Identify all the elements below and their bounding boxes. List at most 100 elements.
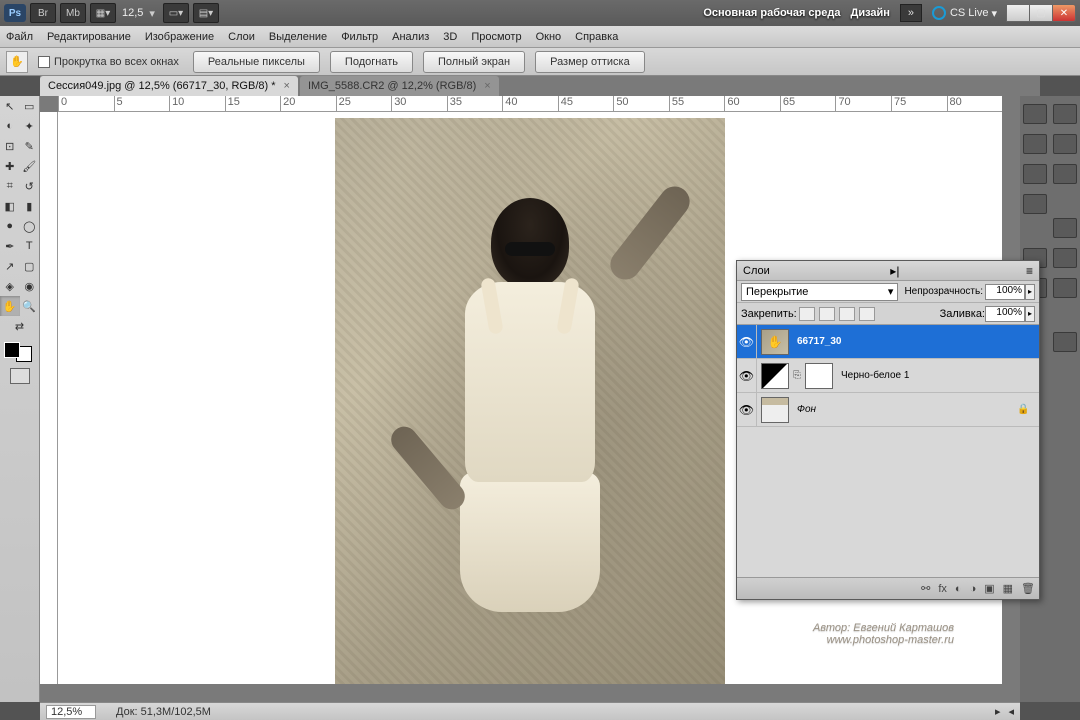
zoom-level-display[interactable]: 12,5 <box>122 7 143 19</box>
wand-tool[interactable]: ✦ <box>20 116 40 136</box>
hand-tool-icon[interactable]: ✋ <box>6 51 28 73</box>
history-brush-tool[interactable]: ↺ <box>20 176 40 196</box>
brush-tool[interactable]: 🖌 <box>20 156 40 176</box>
close-button[interactable]: ✕ <box>1052 4 1076 22</box>
menu-view[interactable]: Просмотр <box>471 31 521 43</box>
layer-row[interactable]: 👁 Фон 🔒 <box>737 393 1039 427</box>
extras-button[interactable]: ▤▾ <box>193 3 219 23</box>
blend-mode-select[interactable]: Перекрытие▾ <box>741 283 898 301</box>
tab-close-icon[interactable]: × <box>284 80 290 92</box>
heal-tool[interactable]: ✚ <box>0 156 20 176</box>
layers-panel-tab[interactable]: Слои ▸| ≡ <box>737 261 1039 281</box>
panel-button[interactable] <box>1023 194 1047 214</box>
panel-button[interactable] <box>1023 104 1047 124</box>
menu-filter[interactable]: Фильтр <box>341 31 378 43</box>
stamp-tool[interactable]: ⌗ <box>0 176 20 196</box>
panel-collapse-icon[interactable]: ▸| <box>890 264 899 278</box>
zoom-field[interactable]: 12,5% <box>46 705 96 719</box>
shape-tool[interactable]: ▢ <box>20 256 40 276</box>
layer-name[interactable]: Фон <box>793 404 1017 415</box>
menu-select[interactable]: Выделение <box>269 31 327 43</box>
maximize-button[interactable]: ▢ <box>1029 4 1053 22</box>
panel-button[interactable] <box>1053 218 1077 238</box>
zoom-tool[interactable]: 🔍 <box>20 296 40 316</box>
panel-button[interactable] <box>1023 134 1047 154</box>
gradient-tool[interactable]: ▮ <box>20 196 40 216</box>
lock-position-button[interactable] <box>839 307 855 321</box>
lock-pixels-button[interactable] <box>819 307 835 321</box>
hand-tool[interactable]: ✋ <box>0 296 20 316</box>
scroll-left-icon[interactable]: ◂ <box>1008 705 1014 718</box>
menu-analysis[interactable]: Анализ <box>392 31 429 43</box>
adjustment-thumbnail[interactable] <box>761 363 789 389</box>
print-size-button[interactable]: Размер оттиска <box>535 51 645 73</box>
fit-screen-button[interactable]: Подогнать <box>330 51 413 73</box>
bridge-button[interactable]: Br <box>30 3 56 23</box>
link-layers-button[interactable]: ⚯ <box>921 582 930 595</box>
menu-layers[interactable]: Слои <box>228 31 255 43</box>
color-swatches[interactable] <box>4 342 32 362</box>
document-tab[interactable]: IMG_5588.CR2 @ 12,2% (RGB/8) × <box>300 76 499 96</box>
minibridge-button[interactable]: Mb <box>60 3 86 23</box>
status-flyout-icon[interactable]: ▸ <box>995 705 1001 718</box>
minimize-button[interactable]: – <box>1006 4 1030 22</box>
layer-thumbnail[interactable] <box>761 397 789 423</box>
quickmask-button[interactable] <box>10 368 30 384</box>
fg-color-swatch[interactable] <box>4 342 20 358</box>
menu-3d[interactable]: 3D <box>443 31 457 43</box>
eyedropper-tool[interactable]: ✎ <box>20 136 40 156</box>
workspace-label[interactable]: Основная рабочая среда <box>703 7 840 19</box>
pen-tool[interactable]: ✒ <box>0 236 20 256</box>
fill-input[interactable]: 100% <box>985 306 1025 322</box>
arrange-docs-button[interactable]: ▦▾ <box>90 3 116 23</box>
tab-close-icon[interactable]: × <box>484 80 490 92</box>
chevron-down-icon[interactable]: ▾ <box>149 7 155 20</box>
visibility-toggle-icon[interactable]: 👁 <box>737 359 757 393</box>
dodge-tool[interactable]: ◯ <box>20 216 40 236</box>
layer-name[interactable]: 66717_30 <box>793 336 1039 347</box>
type-tool[interactable]: T <box>20 236 40 256</box>
full-screen-button[interactable]: Полный экран <box>423 51 525 73</box>
panel-button[interactable] <box>1053 104 1077 124</box>
menu-help[interactable]: Справка <box>575 31 618 43</box>
workspace-design[interactable]: Дизайн <box>850 7 889 19</box>
opacity-flyout-button[interactable]: ▸ <box>1025 284 1035 300</box>
document-tab-active[interactable]: Сессия049.jpg @ 12,5% (66717_30, RGB/8) … <box>40 76 298 96</box>
new-layer-button[interactable]: ▦ <box>1003 582 1013 595</box>
lock-transparent-button[interactable] <box>799 307 815 321</box>
panel-button[interactable] <box>1053 332 1077 352</box>
add-mask-button[interactable]: ◐ <box>955 583 962 595</box>
fx-button[interactable]: fx <box>938 583 947 595</box>
scroll-all-checkbox[interactable] <box>38 56 50 68</box>
lasso-tool[interactable]: ◐ <box>0 116 20 136</box>
panel-button[interactable] <box>1053 278 1077 298</box>
panel-menu-icon[interactable]: ≡ <box>1026 264 1033 278</box>
panel-button[interactable] <box>1053 248 1077 268</box>
eraser-tool[interactable]: ◧ <box>0 196 20 216</box>
swap-colors-icon[interactable]: ⇄ <box>0 316 39 336</box>
layer-row[interactable]: 👁 ⎘ Черно-белое 1 <box>737 359 1039 393</box>
lock-all-button[interactable] <box>859 307 875 321</box>
menu-image[interactable]: Изображение <box>145 31 214 43</box>
menu-file[interactable]: Файл <box>6 31 33 43</box>
3d-tool[interactable]: ◈ <box>0 276 20 296</box>
layer-name[interactable]: Черно-белое 1 <box>837 370 1039 381</box>
menu-edit[interactable]: Редактирование <box>47 31 131 43</box>
3d-cam-tool[interactable]: ◉ <box>20 276 40 296</box>
menu-window[interactable]: Окно <box>536 31 562 43</box>
actual-pixels-button[interactable]: Реальные пикселы <box>193 51 320 73</box>
group-button[interactable]: ▣ <box>984 582 994 595</box>
screen-mode-button[interactable]: ▭▾ <box>163 3 189 23</box>
layer-row[interactable]: 👁 ✋ 66717_30 <box>737 325 1039 359</box>
adjustment-layer-button[interactable]: ◑ <box>970 583 977 595</box>
blur-tool[interactable]: ● <box>0 216 20 236</box>
crop-tool[interactable]: ⊡ <box>0 136 20 156</box>
layer-thumbnail[interactable]: ✋ <box>761 329 789 355</box>
workspace-more-button[interactable]: » <box>900 4 922 22</box>
move-tool[interactable]: ↖ <box>0 96 20 116</box>
panel-button[interactable] <box>1023 164 1047 184</box>
panel-button[interactable] <box>1053 164 1077 184</box>
marquee-tool[interactable]: ▭ <box>20 96 40 116</box>
delete-layer-button[interactable]: 🗑 <box>1021 582 1035 595</box>
opacity-input[interactable]: 100% <box>985 284 1025 300</box>
